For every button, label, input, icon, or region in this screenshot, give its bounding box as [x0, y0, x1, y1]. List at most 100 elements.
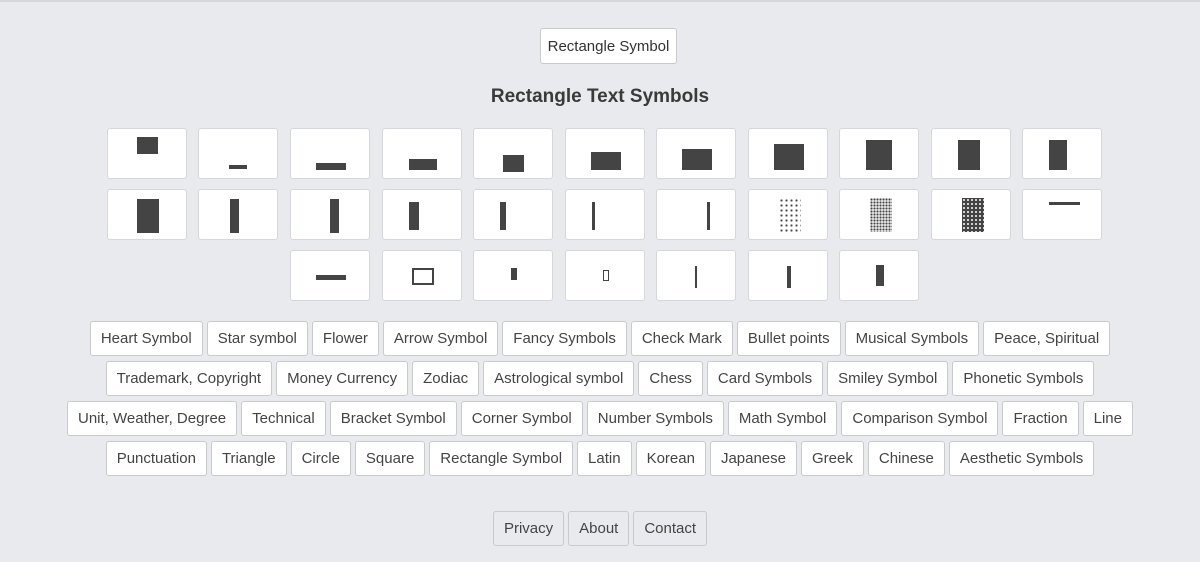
- rect-symbol-21-icon: [962, 198, 984, 232]
- category-link[interactable]: Unit, Weather, Degree: [67, 401, 238, 436]
- symbol-tile[interactable]: [382, 189, 462, 240]
- rect-symbol-9-icon: [866, 140, 892, 170]
- category-link[interactable]: Peace, Spiritual: [983, 321, 1111, 356]
- rect-symbol-23-icon: [316, 275, 346, 280]
- category-link[interactable]: Number Symbols: [586, 401, 724, 436]
- category-link[interactable]: Punctuation: [105, 441, 207, 476]
- category-link[interactable]: Greek: [801, 441, 864, 476]
- symbol-tile[interactable]: [839, 250, 919, 301]
- symbol-tile[interactable]: [931, 128, 1011, 179]
- rect-symbol-7-icon: [682, 149, 712, 170]
- symbol-tile[interactable]: [656, 250, 736, 301]
- rect-symbol-13-icon: [230, 199, 239, 233]
- category-link[interactable]: Arrow Symbol: [382, 321, 499, 356]
- symbol-tile[interactable]: [290, 128, 370, 179]
- symbol-tile[interactable]: [198, 189, 278, 240]
- category-link[interactable]: Musical Symbols: [844, 321, 980, 356]
- rect-symbol-24-icon: [412, 268, 434, 285]
- category-link[interactable]: Chinese: [867, 441, 945, 476]
- category-link[interactable]: Korean: [635, 441, 706, 476]
- rect-symbol-10-icon: [958, 140, 980, 170]
- rect-symbol-3-icon: [316, 163, 346, 170]
- category-link[interactable]: Rectangle Symbol: [429, 441, 574, 476]
- rect-symbol-14-icon: [330, 199, 339, 233]
- symbol-tile[interactable]: [748, 128, 828, 179]
- symbol-tile[interactable]: [382, 250, 462, 301]
- symbol-tile[interactable]: [1022, 189, 1102, 240]
- symbol-tile[interactable]: [839, 128, 919, 179]
- category-link[interactable]: Fraction: [1002, 401, 1079, 436]
- symbol-tile[interactable]: [565, 189, 645, 240]
- symbol-tile[interactable]: [656, 189, 736, 240]
- category-link[interactable]: Card Symbols: [706, 361, 824, 396]
- category-link[interactable]: Technical: [241, 401, 326, 436]
- symbol-tile[interactable]: [565, 250, 645, 301]
- rect-symbol-18-icon: [707, 202, 710, 230]
- footer-link-contact[interactable]: Contact: [633, 511, 708, 546]
- symbol-tile[interactable]: [382, 128, 462, 179]
- category-row: Trademark, Copyright Money Currency Zodiac…: [0, 361, 1200, 396]
- category-link[interactable]: Square: [354, 441, 426, 476]
- symbol-tile[interactable]: [565, 128, 645, 179]
- category-link[interactable]: Flower: [311, 321, 379, 356]
- symbol-tile[interactable]: [107, 128, 187, 179]
- footer: Privacy About Contact: [0, 511, 1200, 546]
- rect-symbol-1-icon: [137, 137, 158, 154]
- rect-symbol-11-icon: [1049, 140, 1067, 170]
- category-link[interactable]: Trademark, Copyright: [105, 361, 273, 396]
- category-link[interactable]: Circle: [290, 441, 351, 476]
- category-link[interactable]: Line: [1082, 401, 1133, 436]
- category-link[interactable]: Star symbol: [206, 321, 308, 356]
- symbol-tile[interactable]: [473, 128, 553, 179]
- category-link[interactable]: Triangle: [210, 441, 287, 476]
- rect-symbol-15-icon: [409, 202, 419, 230]
- category-link[interactable]: Fancy Symbols: [502, 321, 627, 356]
- symbol-tile[interactable]: [931, 189, 1011, 240]
- symbol-tile[interactable]: [473, 189, 553, 240]
- category-link[interactable]: Heart Symbol: [89, 321, 203, 356]
- rect-symbol-2-icon: [229, 165, 247, 169]
- category-links: Heart Symbol Star symbol Flower Arrow Symbo…: [0, 321, 1200, 481]
- rect-symbol-8-icon: [774, 144, 804, 170]
- category-row: Heart Symbol Star symbol Flower Arrow Symbo…: [0, 321, 1200, 356]
- category-link[interactable]: Check Mark: [630, 321, 733, 356]
- category-link[interactable]: Money Currency: [276, 361, 409, 396]
- category-link[interactable]: Latin: [577, 441, 632, 476]
- category-link[interactable]: Smiley Symbol: [827, 361, 949, 396]
- category-link[interactable]: Chess: [638, 361, 703, 396]
- symbol-tile[interactable]: [290, 250, 370, 301]
- rect-symbol-5-icon: [503, 155, 524, 172]
- footer-link-privacy[interactable]: Privacy: [492, 511, 565, 546]
- category-link[interactable]: Phonetic Symbols: [952, 361, 1095, 396]
- rect-symbol-27-icon: [695, 266, 697, 288]
- rect-symbol-22-icon: [1049, 202, 1080, 205]
- symbol-tile[interactable]: [290, 189, 370, 240]
- symbol-tile[interactable]: [107, 189, 187, 240]
- category-link[interactable]: Astrological symbol: [483, 361, 635, 396]
- rect-symbol-20-icon: [870, 198, 892, 232]
- symbol-tile[interactable]: [198, 128, 278, 179]
- footer-link-about[interactable]: About: [568, 511, 630, 546]
- symbol-tile[interactable]: [1022, 128, 1102, 179]
- symbol-tile[interactable]: [748, 189, 828, 240]
- rect-symbol-6-icon: [591, 152, 621, 170]
- category-link[interactable]: Corner Symbol: [460, 401, 583, 436]
- symbol-tile[interactable]: [473, 250, 553, 301]
- category-link[interactable]: Aesthetic Symbols: [948, 441, 1095, 476]
- rect-symbol-28-icon: [787, 266, 791, 288]
- symbol-tile[interactable]: [839, 189, 919, 240]
- rect-symbol-29-icon: [876, 265, 884, 286]
- symbol-tile[interactable]: [656, 128, 736, 179]
- category-link[interactable]: Comparison Symbol: [841, 401, 999, 436]
- category-row: Unit, Weather, Degree Technical Bracket Sy…: [0, 401, 1200, 436]
- rect-symbol-26-icon: [603, 270, 609, 281]
- rect-symbol-12-icon: [137, 199, 159, 233]
- category-link[interactable]: Math Symbol: [727, 401, 838, 436]
- category-link[interactable]: Japanese: [709, 441, 797, 476]
- rect-symbol-19-icon: [779, 198, 801, 232]
- symbol-tile[interactable]: [748, 250, 828, 301]
- category-link[interactable]: Bullet points: [736, 321, 841, 356]
- rect-symbol-25-icon: [511, 268, 517, 280]
- category-link[interactable]: Zodiac: [412, 361, 480, 396]
- category-link[interactable]: Bracket Symbol: [329, 401, 457, 436]
